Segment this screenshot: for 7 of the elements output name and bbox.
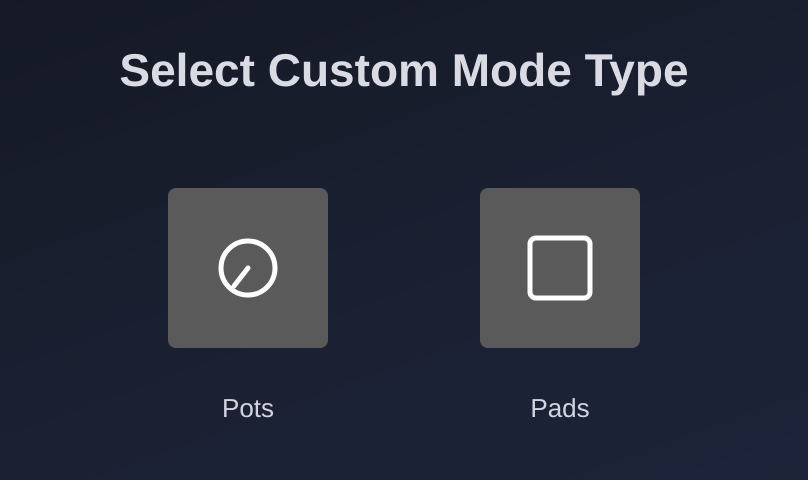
mode-option-label: Pads — [530, 392, 590, 424]
knob-icon — [217, 237, 279, 299]
mode-option-label: Pots — [222, 392, 274, 424]
mode-option-button[interactable] — [168, 188, 328, 348]
square-icon — [527, 235, 593, 301]
mode-option-button[interactable] — [480, 188, 640, 348]
page-title: Select Custom Mode Type — [119, 43, 689, 98]
